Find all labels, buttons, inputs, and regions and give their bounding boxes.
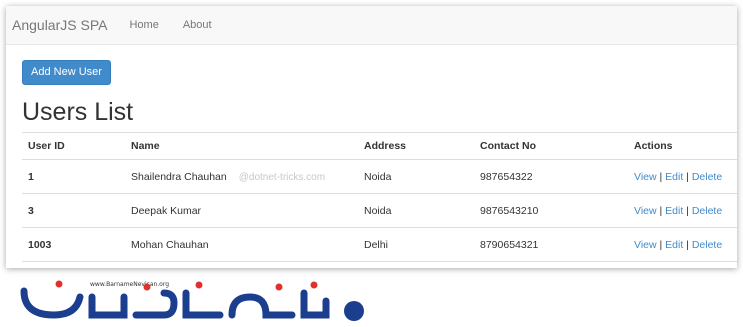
nav-link-about[interactable]: About	[171, 19, 224, 31]
edit-link[interactable]: Edit	[665, 171, 683, 183]
table-row: 1003 Mohan Chauhan Delhi 8790654321 View…	[22, 227, 737, 262]
contact-cell: 8790654321	[474, 227, 628, 262]
user-name: Shailendra Chauhan	[131, 170, 227, 183]
delete-link[interactable]: Delete	[692, 171, 722, 183]
user-id-cell: 1003	[22, 227, 125, 262]
address-cell: Noida	[358, 193, 474, 228]
page-title: Users List	[22, 98, 134, 126]
actions-cell: View | Edit | Delete	[628, 159, 737, 194]
action-separator: |	[659, 170, 663, 183]
table-row: 3 Deepak Kumar Noida 9876543210 View | E…	[22, 193, 737, 228]
delete-link[interactable]: Delete	[692, 239, 722, 251]
actions-cell: View | Edit | Delete	[628, 227, 737, 262]
view-link[interactable]: View	[634, 205, 657, 217]
table-header-row: User ID Name Address Contact No Actions	[22, 132, 737, 160]
contact-cell: 9876543210	[474, 193, 628, 228]
actions-cell: View | Edit | Delete	[628, 193, 737, 228]
name-cell: Shailendra Chauhan @dotnet-tricks.com	[125, 159, 358, 194]
view-link[interactable]: View	[634, 239, 657, 251]
nav-link-home[interactable]: Home	[117, 19, 170, 31]
add-new-user-button[interactable]: Add New User	[22, 60, 111, 85]
name-cell: Deepak Kumar	[125, 193, 358, 228]
action-separator: |	[686, 238, 689, 251]
watermark-text: @dotnet-tricks.com	[238, 171, 326, 183]
action-separator: |	[686, 204, 689, 217]
barnamenevisan-logo: www.BarnameNevisan.org	[20, 280, 364, 321]
column-header-address: Address	[358, 132, 474, 160]
navbar-brand[interactable]: AngularJS SPA	[6, 17, 117, 33]
edit-link[interactable]: Edit	[665, 205, 683, 217]
user-id-cell: 1	[22, 159, 125, 194]
address-cell: Noida	[358, 159, 474, 194]
column-header-contact-no: Contact No	[474, 132, 628, 160]
column-header-user-id: User ID	[22, 132, 125, 160]
navbar: AngularJS SPA Home About	[6, 6, 737, 45]
action-separator: |	[659, 204, 663, 217]
column-header-name: Name	[125, 132, 358, 160]
user-id-cell: 3	[22, 193, 125, 228]
edit-link[interactable]: Edit	[665, 239, 683, 251]
column-header-actions: Actions	[628, 132, 737, 160]
name-cell: Mohan Chauhan	[125, 227, 358, 262]
contact-cell: 987654322	[474, 159, 628, 194]
logo-url-text: www.BarnameNevisan.org	[90, 281, 169, 288]
action-separator: |	[686, 170, 689, 183]
address-cell: Delhi	[358, 227, 474, 262]
delete-link[interactable]: Delete	[692, 205, 722, 217]
main-content: Add New User Users List User ID Name Add…	[6, 45, 737, 262]
action-separator: |	[659, 238, 663, 251]
app-window: AngularJS SPA Home About Add New User Us…	[6, 6, 737, 268]
view-link[interactable]: View	[634, 171, 657, 183]
table-row: 1 Shailendra Chauhan @dotnet-tricks.com N…	[22, 159, 737, 194]
users-table: User ID Name Address Contact No Actions …	[22, 132, 737, 262]
